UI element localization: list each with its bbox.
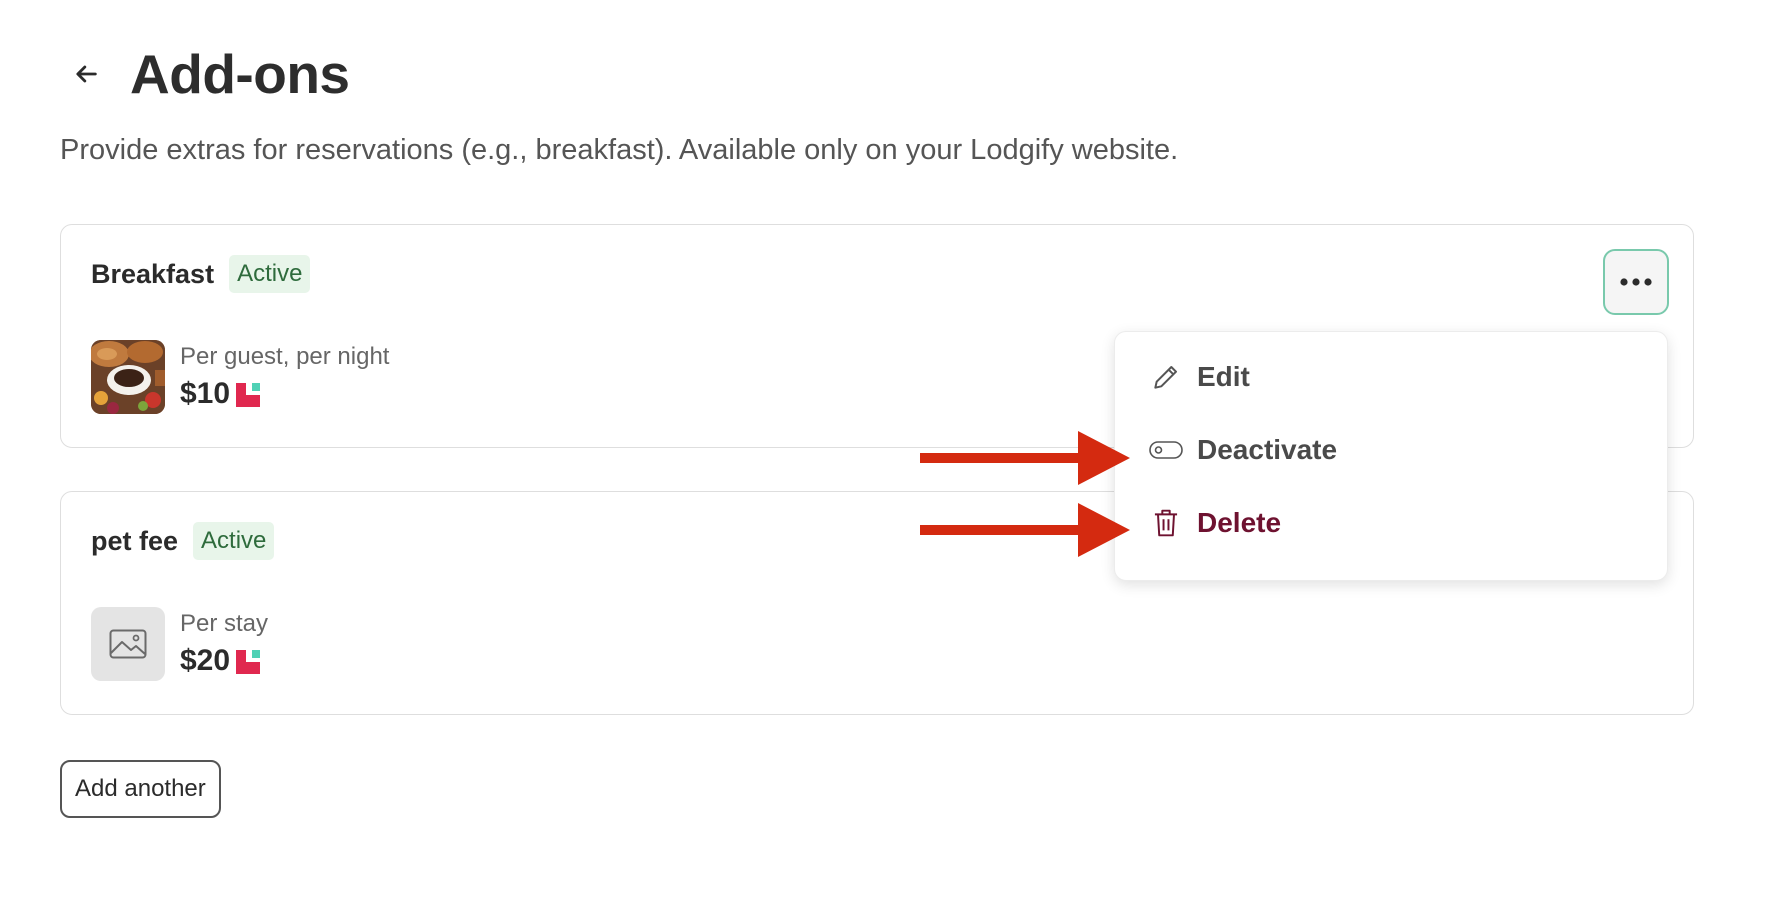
image-placeholder-icon — [109, 629, 147, 659]
addon-photo — [91, 340, 165, 414]
addon-card-header: pet fee Active — [91, 522, 275, 560]
page-header: Add-ons — [64, 42, 350, 106]
addon-rate: Per guest, per night — [180, 343, 390, 370]
addon-rate: Per stay — [180, 610, 269, 637]
status-badge: Active — [193, 522, 275, 560]
trash-icon — [1149, 506, 1183, 540]
addon-card-body: Per stay $20 — [91, 607, 268, 681]
page-title: Add-ons — [130, 43, 350, 105]
addon-actions-menu: Edit Deactivate Delete — [1114, 331, 1668, 581]
addon-name: Breakfast — [91, 258, 215, 289]
menu-item-deactivate[interactable]: Deactivate — [1149, 433, 1337, 467]
menu-item-label: Delete — [1197, 507, 1282, 538]
addon-price: $10 — [180, 377, 231, 410]
price-row: $10 — [180, 377, 389, 411]
arrow-left-icon — [76, 65, 97, 83]
lodgify-mark-icon — [236, 383, 261, 407]
addon-card-header: Breakfast Active — [91, 255, 311, 293]
price-row: $20 — [180, 644, 268, 678]
addon-info: Per stay $20 — [180, 610, 268, 678]
menu-item-edit[interactable]: Edit — [1149, 360, 1250, 394]
status-badge: Active — [229, 255, 311, 293]
addon-photo-placeholder — [91, 607, 165, 681]
addon-card-body: Per guest, per night $10 — [91, 340, 389, 414]
more-actions-button[interactable] — [1603, 249, 1669, 315]
addon-info: Per guest, per night $10 — [180, 343, 389, 411]
pencil-icon — [1149, 360, 1183, 394]
more-horizontal-icon — [1620, 278, 1652, 286]
page-subtitle: Provide extras for reservations (e.g., b… — [60, 134, 1179, 166]
addon-name: pet fee — [91, 525, 179, 556]
menu-item-label: Edit — [1197, 361, 1250, 392]
addon-price: $20 — [180, 644, 231, 677]
add-another-button[interactable]: Add another — [60, 760, 221, 818]
back-button[interactable] — [64, 52, 108, 96]
toggle-off-icon — [1149, 433, 1183, 467]
menu-item-delete[interactable]: Delete — [1149, 506, 1281, 540]
annotation-arrow — [920, 431, 1130, 485]
lodgify-mark-icon — [236, 650, 261, 674]
menu-item-label: Deactivate — [1197, 434, 1338, 465]
annotation-arrow — [920, 503, 1130, 557]
